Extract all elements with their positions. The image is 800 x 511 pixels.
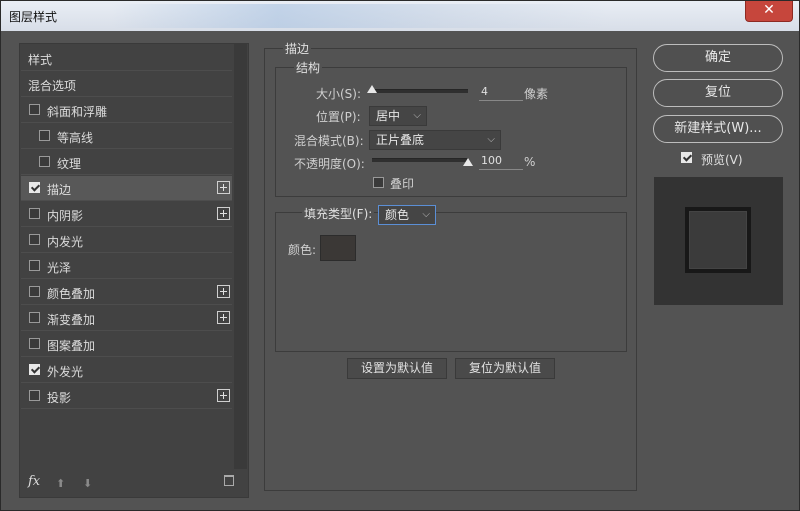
move-up-icon[interactable]: ⬆ (56, 477, 65, 490)
overprint-label: 叠印 (390, 177, 415, 191)
reset-default-button[interactable]: 复位为默认值 (455, 358, 555, 379)
style-list-item[interactable]: 外发光 (21, 358, 232, 383)
close-icon: ✕ (763, 2, 775, 18)
preview-label: 预览(V) (701, 153, 743, 167)
opacity-label: 不透明度(O): (294, 157, 365, 171)
chevron-down-icon: ⌵ (487, 134, 495, 145)
size-slider[interactable] (367, 85, 468, 93)
blend-mode-label: 混合模式(B): (294, 134, 364, 148)
style-preview (654, 177, 783, 305)
window-title: 图层样式 (9, 10, 58, 24)
fill-group: 填充类型(F): 颜色 ⌵ 颜色: (275, 205, 627, 352)
set-default-button[interactable]: 设置为默认值 (347, 358, 447, 379)
style-list-label: 内阴影 (47, 209, 84, 223)
add-effect-icon[interactable] (217, 207, 230, 220)
reset-button[interactable]: 复位 (653, 79, 783, 107)
layer-style-dialog: 图层样式 ✕ 样式 混合选项 斜面和浮雕 等高线 纹理 描边 内阴影 内发光 光泽 颜色叠加 渐变叠… (0, 0, 800, 511)
opacity-slider[interactable] (372, 158, 473, 166)
fx-button[interactable]: fx (28, 474, 40, 489)
style-list-item[interactable]: 样式 (21, 46, 232, 71)
trash-icon[interactable] (224, 475, 234, 486)
style-list-checkbox[interactable] (29, 182, 40, 193)
style-list-checkbox[interactable] (29, 390, 40, 401)
style-list-panel: 样式混合选项斜面和浮雕等高线纹理描边内阴影内发光光泽颜色叠加渐变叠加图案叠加外发… (19, 43, 249, 498)
style-list-toolbar: fx ⬆ ⬇ (20, 469, 248, 497)
style-list-label: 纹理 (57, 157, 82, 171)
position-value: 居中 (376, 109, 401, 123)
style-list-checkbox[interactable] (29, 208, 40, 219)
add-effect-icon[interactable] (217, 311, 230, 324)
title-bar[interactable]: 图层样式 ✕ (1, 1, 799, 31)
fill-type-value: 颜色 (385, 208, 410, 222)
style-list-item[interactable]: 等高线 (21, 124, 232, 149)
size-unit: 像素 (524, 87, 549, 101)
style-list-label: 投影 (47, 391, 72, 405)
style-list-label: 内发光 (47, 235, 84, 249)
preview-checkbox[interactable] (681, 152, 692, 163)
style-list-checkbox[interactable] (29, 260, 40, 271)
position-label: 位置(P): (316, 110, 361, 124)
structure-group-title: 结构 (294, 59, 323, 76)
position-dropdown[interactable]: 居中 ⌵ (369, 106, 427, 126)
stroke-settings-panel: 描边 结构 大小(S): 4 像素 位置(P): 居中 ⌵ 混合模式(B): 正片… (264, 40, 637, 491)
style-list-item[interactable]: 内发光 (21, 228, 232, 253)
chevron-down-icon: ⌵ (422, 209, 430, 220)
fill-type-label: 填充类型(F): (302, 205, 375, 222)
style-list-checkbox[interactable] (29, 338, 40, 349)
style-list-item[interactable]: 内阴影 (21, 202, 232, 227)
overprint-checkbox[interactable] (373, 177, 384, 188)
close-button[interactable]: ✕ (745, 1, 793, 22)
title-bar-background (111, 4, 611, 28)
style-list-scrollbar[interactable] (234, 44, 247, 469)
style-list-item[interactable]: 光泽 (21, 254, 232, 279)
style-list-label: 等高线 (57, 131, 94, 145)
style-list-label: 外发光 (47, 365, 84, 379)
style-list-checkbox[interactable] (29, 312, 40, 323)
chevron-down-icon: ⌵ (413, 110, 421, 121)
style-list-checkbox[interactable] (29, 234, 40, 245)
add-effect-icon[interactable] (217, 285, 230, 298)
ok-button[interactable]: 确定 (653, 44, 783, 72)
add-effect-icon[interactable] (217, 389, 230, 402)
size-input[interactable]: 4 (479, 84, 523, 101)
style-list-item[interactable]: 投影 (21, 384, 232, 409)
structure-group: 结构 大小(S): 4 像素 位置(P): 居中 ⌵ 混合模式(B): 正片叠底 ⌵… (275, 59, 627, 197)
style-list-label: 光泽 (47, 261, 72, 275)
opacity-input[interactable]: 100 (479, 153, 523, 170)
style-list-item[interactable]: 图案叠加 (21, 332, 232, 357)
blend-mode-dropdown[interactable]: 正片叠底 ⌵ (369, 130, 501, 150)
fill-type-dropdown[interactable]: 颜色 ⌵ (378, 205, 436, 225)
move-down-icon[interactable]: ⬇ (83, 477, 92, 490)
new-style-button[interactable]: 新建样式(W)... (653, 115, 783, 143)
style-list-item[interactable]: 混合选项 (21, 72, 232, 97)
color-label: 颜色: (288, 243, 317, 257)
stroke-section-title: 描边 (283, 40, 312, 57)
style-list-item[interactable]: 描边 (21, 176, 232, 201)
add-effect-icon[interactable] (217, 181, 230, 194)
style-list-checkbox[interactable] (39, 130, 50, 141)
style-list-checkbox[interactable] (29, 104, 40, 115)
style-list-label: 斜面和浮雕 (47, 105, 108, 119)
style-list-item[interactable]: 颜色叠加 (21, 280, 232, 305)
opacity-unit: % (524, 155, 536, 169)
style-list-label: 颜色叠加 (47, 287, 96, 301)
preview-thumbnail (685, 207, 751, 273)
style-list-item[interactable]: 斜面和浮雕 (21, 98, 232, 123)
style-list-label: 样式 (28, 53, 53, 67)
color-swatch[interactable] (320, 235, 356, 261)
size-label: 大小(S): (316, 87, 362, 101)
style-list-label: 图案叠加 (47, 339, 96, 353)
blend-mode-value: 正片叠底 (376, 133, 425, 147)
style-list-item[interactable]: 渐变叠加 (21, 306, 232, 331)
style-list-item[interactable]: 纹理 (21, 150, 232, 175)
style-list-label: 渐变叠加 (47, 313, 96, 327)
style-list-label: 描边 (47, 183, 72, 197)
style-list-checkbox[interactable] (39, 156, 50, 167)
opacity-slider-thumb[interactable] (463, 158, 473, 166)
style-list-checkbox[interactable] (29, 286, 40, 297)
size-slider-thumb[interactable] (367, 85, 377, 93)
style-list-label: 混合选项 (28, 79, 77, 93)
style-list-checkbox[interactable] (29, 364, 40, 375)
